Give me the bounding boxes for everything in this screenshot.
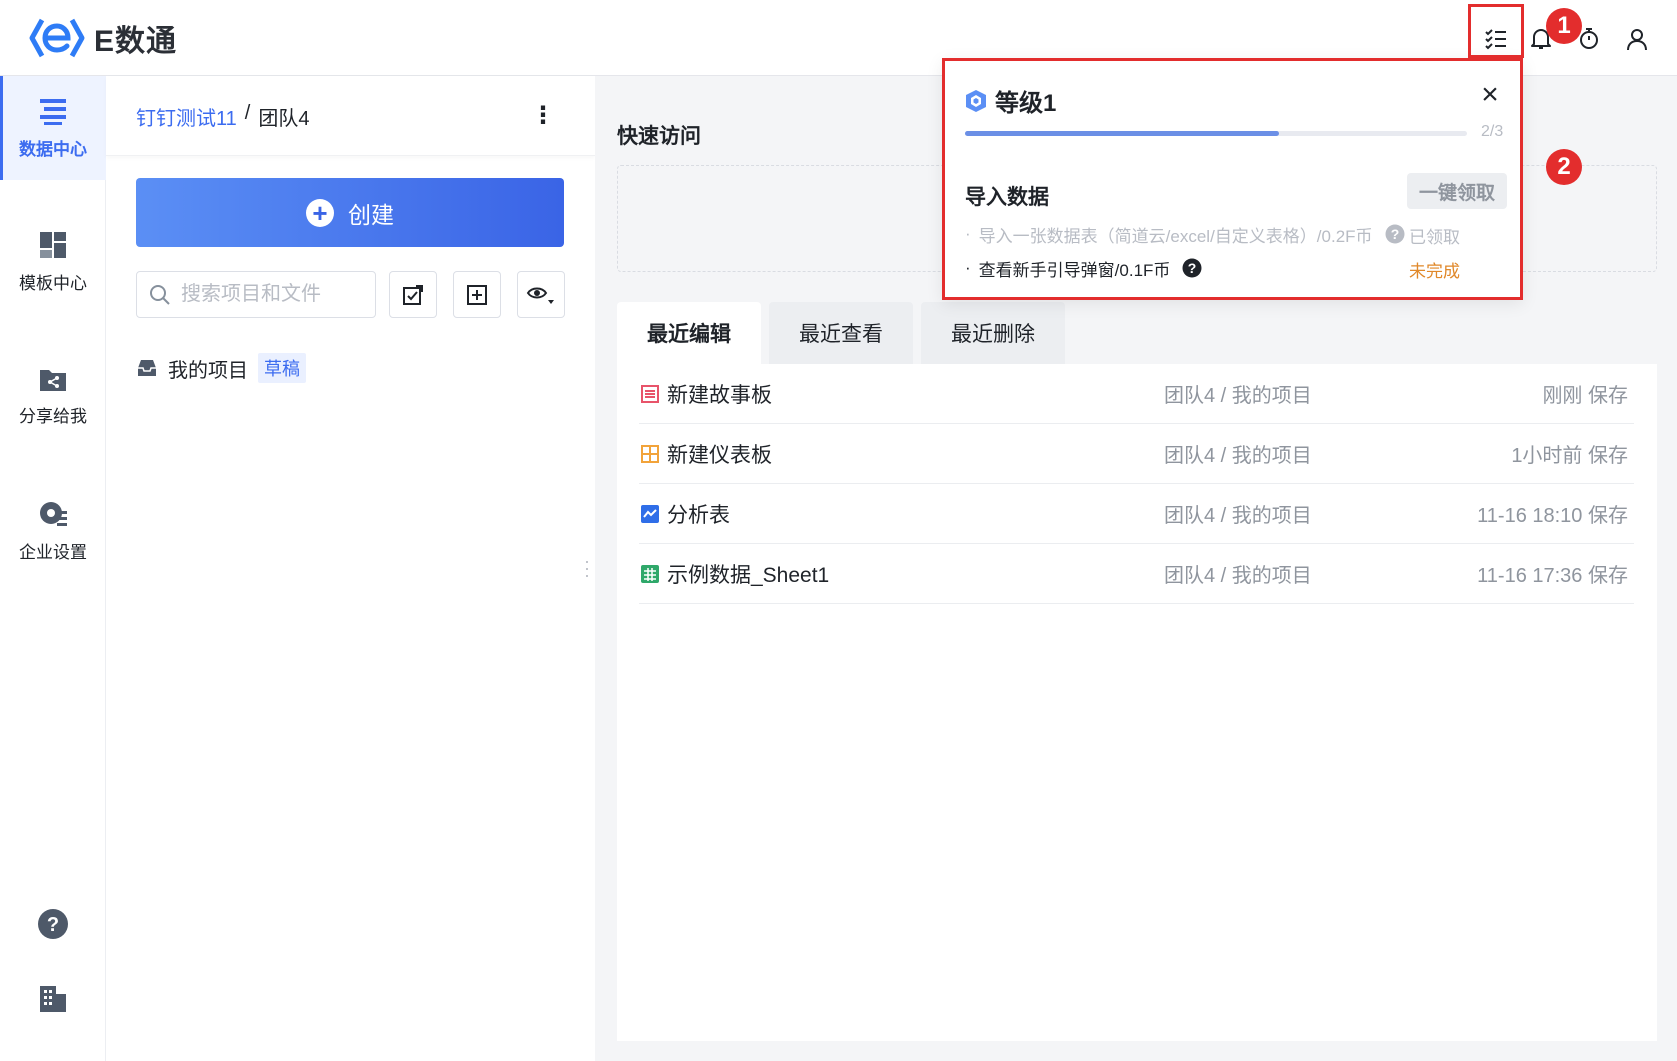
annotation-badge-2: 2: [1546, 149, 1582, 185]
project-panel: 钉钉测试11 / 团队4 ⋮ + 创建 我的项目 草稿: [106, 76, 595, 1061]
quick-access-title: 快速访问: [617, 125, 701, 148]
brand-name: E数通: [94, 25, 178, 58]
file-saved-time: 1小时前 保存: [1511, 445, 1628, 467]
svg-text:?: ?: [47, 914, 59, 936]
svg-text:?: ?: [1390, 226, 1399, 242]
file-saved-time: 11-16 17:36 保存: [1477, 565, 1628, 587]
view-toggle-button[interactable]: [517, 271, 565, 318]
file-path: 团队4 / 我的项目: [1164, 505, 1312, 527]
left-nav: 数据中心 模板中心 分享给我 企业设置 ?: [0, 76, 106, 1061]
level-task-popup: 等级1 × 2/3 导入数据 一键领取 · 导入一张数据表（简道云/excel/…: [942, 58, 1523, 300]
level-progress-text: 2/3: [1481, 123, 1504, 140]
help-icon[interactable]: ?: [37, 908, 69, 945]
task-status: 已领取: [1409, 228, 1460, 247]
task-text: 导入一张数据表（简道云/excel/自定义表格）/0.2F币: [978, 226, 1373, 246]
tab-recent-view[interactable]: 最近查看: [769, 302, 913, 364]
file-name: 新建故事板: [667, 383, 772, 407]
bullet: ·: [965, 258, 971, 277]
add-folder-button[interactable]: [453, 271, 501, 318]
project-label: 我的项目: [168, 359, 248, 382]
storyboard-icon: [641, 385, 659, 403]
panel-resize-handle[interactable]: · · ·: [584, 552, 590, 584]
level-progress-fill: [965, 131, 1279, 136]
logo-mark-icon: [29, 18, 85, 58]
tab-recent-edit[interactable]: 最近编辑: [617, 302, 761, 364]
table-row[interactable]: 分析表 团队4 / 我的项目 11-16 18:10 保存: [639, 484, 1634, 544]
create-button-label: 创建: [348, 201, 394, 228]
nav-item-enterprise-settings[interactable]: 企业设置: [0, 478, 106, 582]
nav-item-data-center[interactable]: 数据中心: [0, 76, 106, 180]
share-icon: [40, 369, 66, 391]
data-center-icon: [40, 98, 66, 125]
table-row[interactable]: 示例数据_Sheet1 团队4 / 我的项目 11-16 17:36 保存: [639, 544, 1634, 604]
help-circle-icon[interactable]: ?: [1385, 224, 1405, 244]
project-item[interactable]: 我的项目 草稿: [136, 351, 306, 385]
search-input[interactable]: [181, 283, 371, 306]
recent-tabs: 最近编辑 最近查看 最近删除: [617, 302, 1065, 364]
panel-header: 钉钉测试11 / 团队4 ⋮: [106, 76, 595, 156]
file-saved-time: 11-16 18:10 保存: [1477, 505, 1628, 527]
template-icon: [40, 231, 66, 258]
building-icon[interactable]: [38, 984, 68, 1019]
level-progress-bar: [965, 131, 1467, 136]
breadcrumb-current: 团队4: [258, 108, 310, 130]
nav-label: 数据中心: [19, 139, 87, 159]
settings-icon: [40, 501, 67, 526]
help-circle-icon[interactable]: ?: [1182, 258, 1202, 278]
create-button[interactable]: + 创建: [136, 178, 564, 247]
task-group-title: 导入数据: [965, 186, 1049, 209]
level-badge-icon: [966, 89, 986, 112]
task-item: · 导入一张数据表（简道云/excel/自定义表格）/0.2F币 ?: [965, 221, 1405, 247]
level-title: 等级1: [965, 83, 1056, 118]
file-name: 示例数据_Sheet1: [667, 563, 830, 587]
file-saved-time: 刚刚 保存: [1542, 385, 1628, 407]
search-icon: [150, 284, 170, 305]
close-icon[interactable]: ×: [1475, 80, 1505, 111]
level-title-text: 等级1: [995, 90, 1057, 117]
breadcrumb-separator: /: [244, 102, 251, 124]
inbox-icon: [138, 360, 156, 376]
file-path: 团队4 / 我的项目: [1164, 445, 1312, 467]
tab-recent-delete[interactable]: 最近删除: [921, 302, 1065, 364]
plus-square-icon: [467, 284, 487, 305]
search-box: [136, 271, 376, 318]
breadcrumb-parent-link[interactable]: 钉钉测试11: [136, 102, 237, 131]
breadcrumb: 钉钉测试11 / 团队4: [136, 102, 309, 131]
task-item: · 查看新手引导弹窗/0.1F币 ?: [965, 255, 1202, 281]
claim-all-button[interactable]: 一键领取: [1407, 173, 1507, 209]
file-name: 分析表: [667, 503, 730, 527]
nav-label: 企业设置: [19, 542, 87, 562]
annotation-highlight-box: [1468, 4, 1524, 58]
plus-circle-icon: +: [306, 198, 334, 227]
eye-dropdown-icon: [526, 287, 554, 304]
annotation-badge-1: 1: [1546, 8, 1582, 44]
task-status: 未完成: [1409, 262, 1460, 281]
bullet: ·: [965, 224, 971, 243]
nav-label: 模板中心: [19, 273, 87, 293]
nav-label: 分享给我: [19, 406, 87, 426]
analysis-icon: [641, 505, 659, 523]
dashboard-icon: [641, 445, 659, 463]
file-path: 团队4 / 我的项目: [1164, 565, 1312, 587]
nav-item-shared-with-me[interactable]: 分享给我: [0, 344, 106, 448]
nav-item-template-center[interactable]: 模板中心: [0, 210, 106, 314]
batch-select-button[interactable]: [389, 271, 437, 318]
user-icon[interactable]: [1620, 22, 1654, 56]
table-row[interactable]: 新建仪表板 团队4 / 我的项目 1小时前 保存: [639, 424, 1634, 484]
app-logo[interactable]: E数通: [28, 14, 177, 62]
checkbox-edit-icon: [403, 284, 423, 305]
table-row[interactable]: 新建故事板 团队4 / 我的项目 刚刚 保存: [639, 364, 1634, 424]
recent-file-list: 新建故事板 团队4 / 我的项目 刚刚 保存 新建仪表板 团队4 / 我的项目 …: [617, 364, 1657, 1041]
more-options-icon[interactable]: ⋮: [528, 100, 558, 130]
svg-text:?: ?: [1188, 260, 1197, 276]
draft-tag: 草稿: [258, 353, 306, 383]
task-text: 查看新手引导弹窗/0.1F币: [978, 260, 1171, 280]
sheet-icon: [641, 565, 659, 583]
file-name: 新建仪表板: [667, 443, 772, 467]
file-path: 团队4 / 我的项目: [1164, 385, 1312, 407]
